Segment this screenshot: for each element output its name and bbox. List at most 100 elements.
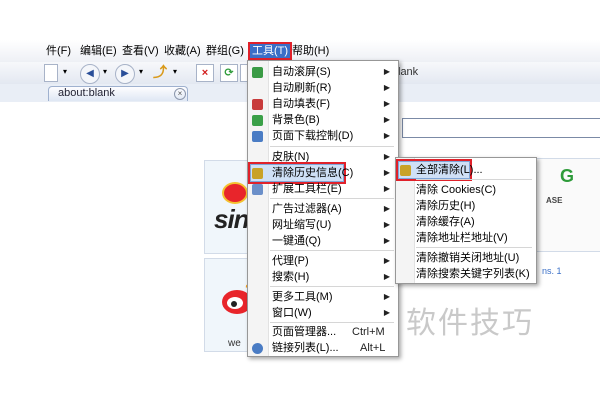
chevron-right-icon: ▶ [383, 152, 390, 161]
menu-item-download-control[interactable]: 页面下载控制(D) ▶ [272, 128, 394, 144]
menu-tools[interactable]: 工具(T) [247, 42, 293, 60]
chevron-right-icon: ▶ [383, 99, 390, 108]
google-logo-fragment: G [560, 166, 575, 186]
menu-item-label: 清除历史(H) [416, 200, 476, 212]
menu-item-window[interactable]: 窗口(W) ▶ [272, 305, 394, 321]
page-icon[interactable] [44, 64, 58, 82]
chevron-right-icon: ▶ [383, 115, 390, 124]
menu-separator [416, 179, 532, 180]
menu-item-search[interactable]: 搜索(H) ▶ [272, 269, 394, 285]
broom-icon [400, 165, 411, 176]
chevron-right-icon: ▶ [383, 184, 390, 193]
search-input[interactable] [402, 118, 600, 138]
chevron-right-icon: ▶ [383, 256, 390, 265]
stop-icon[interactable]: × [196, 64, 214, 82]
menu-item-more-tools[interactable]: 更多工具(M) ▶ [272, 289, 394, 305]
menu-item-label: 清除历史信息(C) [272, 167, 354, 179]
menu-item-label: 自动滚屏(S) [272, 66, 331, 78]
tab-label: about:blank [58, 87, 115, 99]
menu-item-clear-address-bar[interactable]: 清除地址栏地址(V) [416, 230, 534, 246]
menu-item-label: 链接列表(L)... [272, 342, 339, 354]
menu-item-clear-search-keywords[interactable]: 清除搜索关键字列表(K) [416, 266, 534, 282]
menu-item-skin[interactable]: 皮肤(N) ▶ [272, 149, 394, 165]
close-icon[interactable]: × [174, 88, 186, 100]
menu-item-label: 清除搜索关键字列表(K) [416, 268, 530, 280]
menu-item-label: 页面管理器... [272, 326, 337, 338]
menu-favorites[interactable]: 收藏(A) [164, 44, 201, 58]
menu-item-shortcut: Ctrl+M [352, 326, 385, 338]
menu-item-clear-history[interactable]: 清除历史信息(C) ▶ [272, 165, 394, 181]
menu-item-label: 自动填表(F) [272, 98, 331, 110]
menu-item-clear-all[interactable]: 全部清除(L)... [416, 162, 534, 178]
back-icon[interactable]: ◀ [80, 64, 100, 84]
download-control-icon [252, 131, 263, 142]
address-bar-text[interactable]: lank [398, 66, 418, 78]
menu-item-label: 广告过滤器(A) [272, 203, 342, 215]
chevron-right-icon: ▶ [383, 131, 390, 140]
clear-history-submenu: 全部清除(L)... 清除 Cookies(C) 清除历史(H) 清除缓存(A)… [395, 157, 537, 284]
tools-menu: 自动滚屏(S) ▶ 自动刷新(R) ▶ 自动填表(F) ▶ 背景色(B) ▶ 页… [247, 60, 399, 357]
menu-item-label: 一键通(Q) [272, 235, 321, 247]
menu-item-background-color[interactable]: 背景色(B) ▶ [272, 112, 394, 128]
menu-view[interactable]: 查看(V) [122, 44, 159, 58]
menu-item-auto-fill[interactable]: 自动填表(F) ▶ [272, 96, 394, 112]
sina-logo-text: sin [214, 204, 250, 234]
tile-text-fragment: ASE [546, 196, 563, 205]
broom-icon [252, 168, 263, 179]
extension-icon [252, 184, 263, 195]
menu-separator [270, 286, 394, 287]
home-icon[interactable]: ⤴ [152, 64, 168, 80]
refresh-icon[interactable]: ⟳ [220, 64, 238, 82]
menu-file[interactable]: 件(F) [46, 44, 71, 58]
menu-item-clear-history[interactable]: 清除历史(H) [416, 198, 534, 214]
chevron-down-icon[interactable]: ▾ [60, 64, 70, 80]
menu-item-one-click[interactable]: 一键通(Q) ▶ [272, 233, 394, 249]
chevron-down-icon[interactable]: ▾ [100, 64, 110, 80]
menu-item-clear-cache[interactable]: 清除缓存(A) [416, 214, 534, 230]
chevron-right-icon: ▶ [383, 308, 390, 317]
menu-groups[interactable]: 群组(G) [206, 44, 244, 58]
menu-item-proxy[interactable]: 代理(P) ▶ [272, 253, 394, 269]
menu-item-label: 背景色(B) [272, 114, 320, 126]
chevron-down-icon[interactable]: ▾ [170, 64, 180, 80]
menu-item-extension-toolbar[interactable]: 扩展工具栏(E) ▶ [272, 181, 394, 197]
menu-item-label: 清除撤销关闭地址(U) [416, 252, 520, 264]
menu-edit[interactable]: 编辑(E) [80, 44, 117, 58]
menu-item-auto-scroll[interactable]: 自动滚屏(S) ▶ [272, 64, 394, 80]
chevron-right-icon: ▶ [383, 83, 390, 92]
background-color-icon [252, 115, 263, 126]
menu-item-label: 清除地址栏地址(V) [416, 232, 508, 244]
menu-item-label: 更多工具(M) [272, 291, 333, 303]
menu-item-ad-filter[interactable]: 广告过滤器(A) ▶ [272, 201, 394, 217]
menu-item-label: 代理(P) [272, 255, 309, 267]
menu-separator [270, 146, 394, 147]
menu-item-clear-cookies[interactable]: 清除 Cookies(C) [416, 182, 534, 198]
menu-item-label: 自动刷新(R) [272, 82, 332, 94]
menu-separator [270, 250, 394, 251]
menu-item-auto-refresh[interactable]: 自动刷新(R) ▶ [272, 80, 394, 96]
toolbar-edge-icon [240, 64, 247, 82]
scroll-icon [252, 67, 263, 78]
menu-item-label: 页面下载控制(D) [272, 130, 354, 142]
menu-help[interactable]: 帮助(H) [292, 44, 329, 58]
menu-separator [270, 322, 394, 323]
menu-item-link-list[interactable]: 链接列表(L)... Alt+L [272, 340, 394, 356]
forward-icon[interactable]: ▶ [115, 64, 135, 84]
menu-item-clear-closed-tabs[interactable]: 清除撤销关闭地址(U) [416, 250, 534, 266]
chevron-right-icon: ▶ [383, 204, 390, 213]
chevron-down-icon[interactable]: ▾ [136, 64, 146, 80]
menu-item-label: 窗口(W) [272, 307, 312, 319]
menu-item-label: 全部清除(L)... [416, 164, 483, 176]
chevron-right-icon: ▶ [383, 67, 390, 76]
menu-item-label: 网址缩写(U) [272, 219, 332, 231]
menu-item-label: 扩展工具栏(E) [272, 183, 342, 195]
menu-separator [416, 247, 532, 248]
weibo-logo-text: we [228, 338, 241, 349]
menu-item-label: 清除缓存(A) [416, 216, 475, 228]
menu-item-label: 清除 Cookies(C) [416, 184, 497, 196]
link-list-icon [252, 343, 263, 354]
form-fill-icon [252, 99, 263, 110]
menu-item-page-manager[interactable]: 页面管理器... Ctrl+M [272, 324, 394, 340]
menu-item-url-abbreviation[interactable]: 网址缩写(U) ▶ [272, 217, 394, 233]
sina-logo-icon [222, 182, 248, 204]
